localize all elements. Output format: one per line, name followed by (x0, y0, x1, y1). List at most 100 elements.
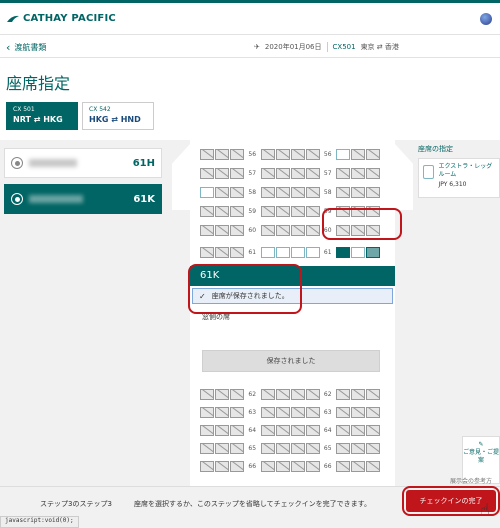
seat (305, 460, 320, 472)
row-number: 60 (248, 226, 257, 234)
seat (290, 460, 305, 472)
seat (200, 246, 214, 258)
passenger-item-2[interactable]: 61K (4, 184, 162, 214)
seat (305, 148, 320, 160)
legend-label: 座席の指定 (418, 145, 453, 153)
brand-logo[interactable]: CATHAY PACIFIC (6, 13, 116, 24)
seat-selected-61h[interactable] (336, 246, 350, 258)
user-icon (11, 193, 23, 205)
breadcrumb-bar: ‹ 渡航書類 ✈ 2020年01月06日 CX501 東京 ⇄ 香港 (0, 36, 500, 58)
seat (230, 205, 244, 217)
seat[interactable] (290, 246, 305, 258)
seat (230, 460, 244, 472)
seat (351, 167, 365, 179)
seat (215, 167, 229, 179)
seat (215, 186, 229, 198)
row-number: 65 (323, 444, 332, 452)
divider (326, 42, 328, 52)
seat (290, 224, 305, 236)
back-link[interactable]: ‹ 渡航書類 (6, 42, 46, 53)
feedback-label: ご意見・ご提案 (463, 449, 500, 464)
seat (305, 224, 320, 236)
seat (230, 442, 244, 454)
row-number: 64 (248, 426, 257, 434)
segment-flight-no: CX 501 (13, 106, 35, 113)
seat (215, 442, 229, 454)
globe-icon[interactable] (480, 13, 492, 25)
plane-icon: ✈ (254, 43, 260, 51)
row-number: 65 (248, 444, 257, 452)
highlight-box-checkin (402, 486, 500, 516)
seat (305, 406, 320, 418)
seat (336, 424, 350, 436)
seat (290, 424, 305, 436)
seat (230, 406, 244, 418)
seat[interactable] (200, 186, 214, 198)
seat[interactable] (275, 246, 290, 258)
seat (290, 406, 305, 418)
seat (260, 205, 275, 217)
seat-row: 63 63 (200, 406, 380, 418)
seat (366, 167, 380, 179)
seat (260, 167, 275, 179)
seat (290, 148, 305, 160)
seat (305, 167, 320, 179)
passenger-item-1[interactable]: 61H (4, 148, 162, 178)
segment-tab-1[interactable]: CX 501 NRT ⇄ HKG (6, 102, 78, 130)
row-number: 61 (323, 248, 332, 256)
legend-item-price: JPY 6,310 (438, 181, 467, 188)
seat (260, 388, 275, 400)
passenger-name-redacted (29, 195, 83, 203)
row-number: 58 (323, 188, 332, 196)
saved-button[interactable]: 保存されました (202, 350, 380, 372)
seat[interactable] (336, 148, 350, 160)
seat (351, 388, 365, 400)
row-number: 63 (323, 408, 332, 416)
back-label: 渡航書類 (14, 43, 47, 52)
seat (200, 460, 214, 472)
site-header: CATHAY PACIFIC (0, 3, 500, 35)
brand-name: CATHAY PACIFIC (23, 13, 116, 24)
seat (260, 148, 275, 160)
seat-legend: 座席の指定 エクストラ・レッグルーム JPY 6,310 (418, 144, 500, 198)
seat[interactable] (351, 246, 365, 258)
flight-info: ✈ 2020年01月06日 CX501 東京 ⇄ 香港 (254, 40, 399, 54)
seat (336, 442, 350, 454)
passenger-name-redacted (29, 159, 77, 167)
seat (290, 167, 305, 179)
segment-tab-2[interactable]: CX 542 HKG ⇄ HND (82, 102, 154, 130)
feedback-sub: 展示会の参考方 (450, 478, 493, 485)
seat (290, 442, 305, 454)
seat (275, 205, 290, 217)
seat-row: 61 61 (200, 246, 380, 258)
seat (366, 442, 380, 454)
seat (275, 442, 290, 454)
seat (366, 424, 380, 436)
row-number: 56 (323, 150, 332, 158)
seat[interactable] (305, 246, 320, 258)
chevron-left-icon: ‹ (6, 40, 11, 54)
row-number: 62 (248, 390, 257, 398)
seat (200, 148, 214, 160)
row-number: 66 (248, 462, 257, 470)
brushwing-icon (7, 15, 19, 22)
seat (200, 406, 214, 418)
seat[interactable] (260, 246, 275, 258)
seat (215, 424, 229, 436)
seat (200, 442, 214, 454)
row-number: 62 (323, 390, 332, 398)
flight-number: CX501 (332, 43, 356, 51)
seat (351, 442, 365, 454)
seat (230, 167, 244, 179)
seat (260, 424, 275, 436)
seat (366, 460, 380, 472)
seat (230, 424, 244, 436)
seat (215, 388, 229, 400)
seat-row: 65 65 (200, 442, 380, 454)
seat (215, 406, 229, 418)
row-number: 57 (323, 169, 332, 177)
seat (230, 148, 244, 160)
seat (215, 460, 229, 472)
row-number: 56 (248, 150, 257, 158)
seat-selected-61k[interactable] (366, 246, 380, 258)
